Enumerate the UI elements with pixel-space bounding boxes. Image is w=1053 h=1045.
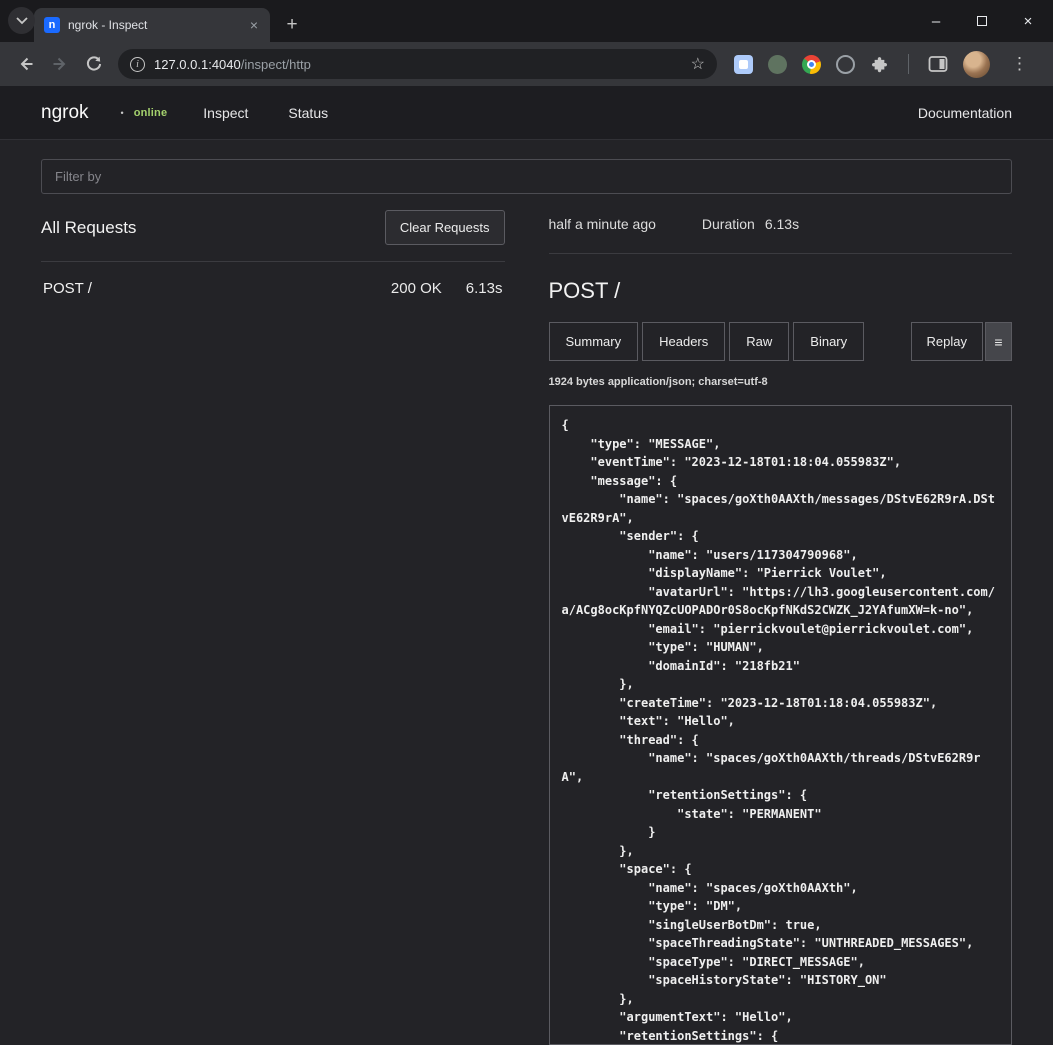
browser-tabstrip: n ngrok - Inspect × + – × [0, 0, 1053, 42]
tab-summary[interactable]: Summary [549, 322, 639, 361]
nav-item-status[interactable]: Status [288, 105, 328, 121]
forward-button[interactable] [44, 48, 76, 80]
tab-raw[interactable]: Raw [729, 322, 789, 361]
requests-title: All Requests [41, 218, 136, 238]
nav-item-documentation[interactable]: Documentation [918, 105, 1012, 121]
chrome-logo-icon[interactable] [802, 55, 821, 74]
tab-binary[interactable]: Binary [793, 322, 864, 361]
bookmark-star-icon[interactable]: ☆ [691, 54, 705, 74]
toolbar-divider [908, 54, 909, 74]
forward-arrow-icon [50, 54, 70, 74]
replay-options-button[interactable]: ≡ [985, 322, 1012, 361]
url-path: /inspect/http [241, 57, 311, 72]
extension-green-icon[interactable] [768, 55, 787, 74]
side-panel-icon [928, 55, 948, 73]
ngrok-logo[interactable]: ngrok [41, 102, 89, 124]
window-maximize-button[interactable] [959, 0, 1005, 42]
request-method-path: POST / [43, 280, 92, 297]
window-controls: – × [913, 0, 1051, 42]
duration-label: Duration [702, 216, 755, 232]
status-online-label: online [134, 107, 168, 119]
detail-title: POST / [549, 278, 1013, 304]
tab-close-icon[interactable]: × [246, 15, 262, 35]
url-host: 127.0.0.1:4040 [154, 57, 241, 72]
extension-gray-icon[interactable] [836, 55, 855, 74]
ngrok-favicon: n [44, 17, 60, 33]
request-duration: 6.13s [466, 280, 503, 297]
extension-blue-icon[interactable] [734, 55, 753, 74]
request-status: 200 OK [391, 280, 442, 297]
page-info-icon[interactable]: i [130, 57, 145, 72]
duration-value: 6.13s [765, 216, 799, 232]
back-arrow-icon [16, 54, 36, 74]
detail-panel: half a minute ago Duration 6.13s POST / … [549, 202, 1013, 1045]
browser-tab-ngrok[interactable]: n ngrok - Inspect × [34, 8, 270, 42]
profile-avatar[interactable] [963, 51, 990, 78]
requests-panel: All Requests Clear Requests POST / 200 O… [41, 202, 505, 1045]
status-dot-icon: • [121, 108, 124, 118]
browser-toolbar: i 127.0.0.1:4040/inspect/http ☆ ⋮ [0, 42, 1053, 86]
new-tab-button[interactable]: + [278, 11, 306, 39]
nav-item-inspect[interactable]: Inspect [203, 105, 248, 121]
request-body: { "type": "MESSAGE", "eventTime": "2023-… [562, 416, 1000, 1045]
request-time-ago: half a minute ago [549, 216, 656, 232]
address-bar[interactable]: i 127.0.0.1:4040/inspect/http ☆ [118, 49, 717, 79]
extensions-puzzle-button[interactable] [870, 55, 889, 74]
back-button[interactable] [10, 48, 42, 80]
tab-search-button[interactable] [8, 7, 35, 34]
main-content: All Requests Clear Requests POST / 200 O… [0, 140, 1053, 1045]
ngrok-nav: ngrok • online Inspect Status Documentat… [0, 86, 1053, 140]
request-body-box: { "type": "MESSAGE", "eventTime": "2023-… [549, 405, 1013, 1045]
request-row[interactable]: POST / 200 OK 6.13s [41, 262, 505, 315]
window-close-button[interactable]: × [1005, 0, 1051, 42]
status-indicator: • online [121, 107, 168, 119]
url-text: 127.0.0.1:4040/inspect/http [154, 57, 682, 72]
reload-icon [85, 55, 103, 73]
browser-menu-button[interactable]: ⋮ [1005, 54, 1034, 74]
tab-title: ngrok - Inspect [68, 18, 238, 32]
chevron-down-icon [16, 17, 28, 25]
detail-tabs: Summary Headers Raw Binary Replay ≡ [549, 322, 1013, 361]
filter-input[interactable] [41, 159, 1012, 194]
maximize-icon [977, 16, 987, 26]
window-minimize-button[interactable]: – [913, 0, 959, 42]
clear-requests-button[interactable]: Clear Requests [385, 210, 505, 245]
side-panel-button[interactable] [928, 55, 948, 73]
replay-button[interactable]: Replay [911, 322, 983, 361]
content-meta: 1924 bytes application/json; charset=utf… [549, 376, 1013, 388]
reload-button[interactable] [78, 48, 110, 80]
puzzle-icon [870, 55, 889, 74]
extension-icons: ⋮ [725, 51, 1043, 78]
tab-headers[interactable]: Headers [642, 322, 725, 361]
